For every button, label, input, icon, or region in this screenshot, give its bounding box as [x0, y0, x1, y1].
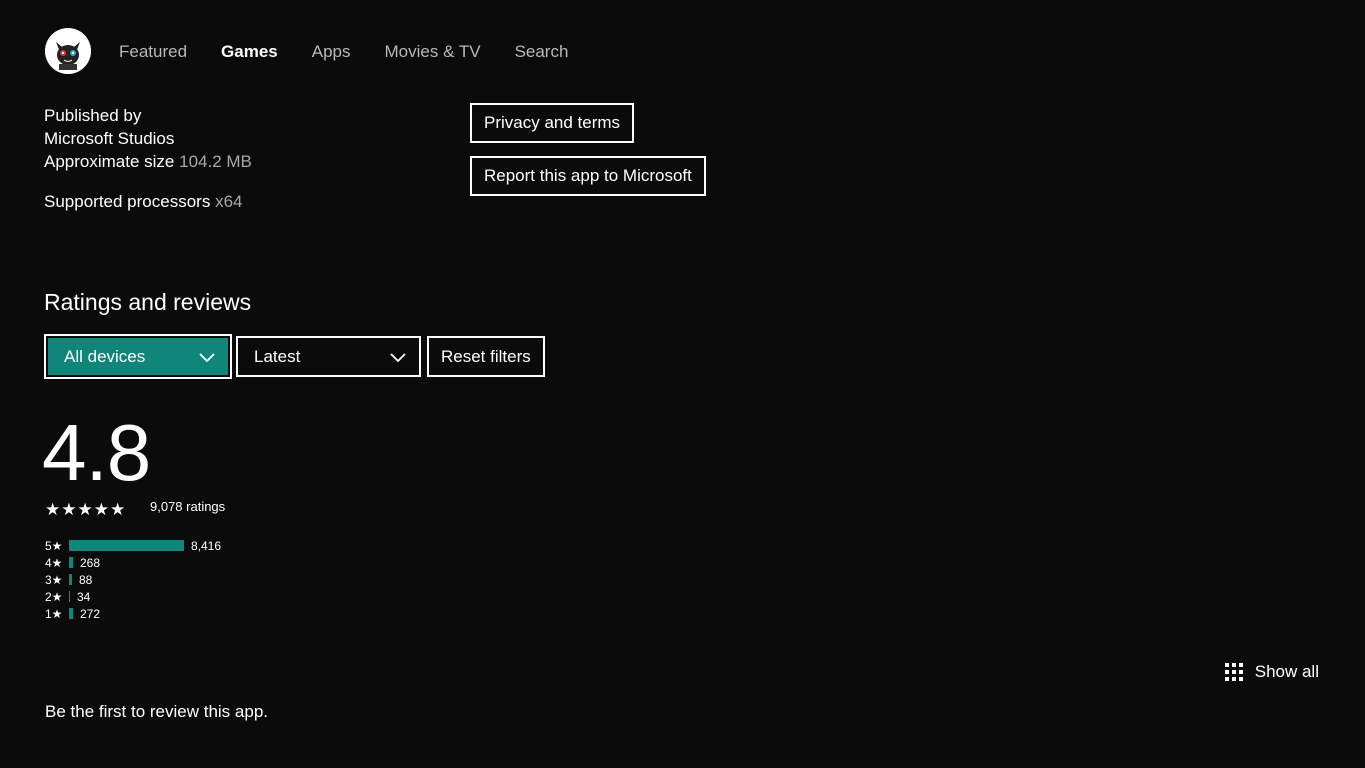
reset-filters-button[interactable]: Reset filters: [427, 336, 545, 377]
nav-movies-tv[interactable]: Movies & TV: [385, 40, 481, 64]
grid-icon: [1224, 663, 1243, 681]
histogram-row: 4★ 268: [45, 554, 221, 571]
approximate-size: Approximate size 104.2 MB: [44, 150, 252, 173]
nav-search[interactable]: Search: [515, 40, 569, 64]
top-nav: Featured Games Apps Movies & TV Search: [119, 40, 602, 64]
histogram-label: 5★: [45, 538, 63, 553]
ratings-title: Ratings and reviews: [44, 289, 252, 315]
profile-avatar[interactable]: [45, 28, 91, 74]
privacy-terms-button[interactable]: Privacy and terms: [470, 103, 635, 143]
histogram-bar: [69, 608, 73, 619]
histogram-row: 1★ 272: [45, 605, 221, 622]
average-rating: 4.8: [42, 408, 151, 497]
device-filter-dropdown[interactable]: All devices: [44, 334, 232, 379]
histogram-bar: [69, 574, 72, 585]
sort-filter-value: Latest: [254, 346, 301, 366]
supported-processors: Supported processors x64: [44, 190, 252, 213]
histogram-row: 5★ 8,416: [45, 537, 221, 554]
nav-featured[interactable]: Featured: [119, 40, 187, 64]
star-rating: ★★★★★: [45, 500, 127, 519]
size-label: Approximate size: [44, 152, 175, 171]
published-by-label: Published by: [44, 106, 142, 125]
nav-apps[interactable]: Apps: [312, 40, 351, 64]
histogram-count: 268: [80, 555, 101, 570]
histogram-count: 272: [80, 606, 101, 621]
nav-games[interactable]: Games: [221, 40, 278, 64]
app-info: Published by Microsoft Studios Approxima…: [44, 104, 252, 213]
histogram-count: 8,416: [191, 538, 222, 553]
ratings-count: 9,078 ratings: [150, 499, 226, 514]
histogram-row: 3★ 88: [45, 571, 221, 588]
histogram-count: 34: [77, 589, 91, 604]
histogram-count: 88: [79, 572, 93, 587]
processors-label: Supported processors: [44, 192, 211, 211]
report-app-button[interactable]: Report this app to Microsoft: [470, 156, 706, 196]
histogram-bar: [69, 591, 70, 602]
histogram-label: 3★: [45, 572, 63, 587]
rating-histogram: 5★ 8,416 4★ 268 3★ 88 2★ 34 1★ 272: [45, 537, 221, 622]
device-filter-value: All devices: [64, 346, 146, 366]
publisher-name: Microsoft Studios: [44, 129, 175, 148]
sort-filter-dropdown[interactable]: Latest: [236, 336, 421, 377]
chevron-down-icon: [390, 352, 406, 362]
size-value: 104.2 MB: [179, 152, 252, 171]
cat-avatar-icon: [45, 28, 91, 74]
histogram-bar: [69, 540, 184, 551]
histogram-label: 4★: [45, 555, 63, 570]
chevron-down-icon: [199, 352, 215, 362]
first-review-message: Be the first to review this app.: [45, 702, 268, 721]
processors-value: x64: [215, 192, 243, 211]
histogram-row: 2★ 34: [45, 588, 221, 605]
histogram-label: 1★: [45, 606, 63, 621]
show-all-label: Show all: [1254, 662, 1319, 681]
show-all-button[interactable]: Show all: [1224, 662, 1319, 682]
histogram-label: 2★: [45, 589, 63, 604]
histogram-bar: [69, 557, 73, 568]
